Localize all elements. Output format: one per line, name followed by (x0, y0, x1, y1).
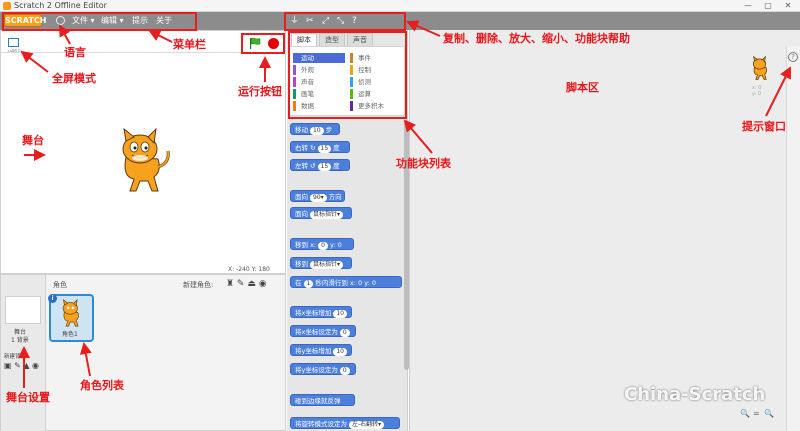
motion-block[interactable]: 在 1 秒内滑行到 x: 0 y: 0 (290, 276, 402, 288)
label-script-area: 脚本区 (566, 81, 599, 94)
motion-block[interactable]: 将x坐标增加 10 (290, 306, 352, 318)
motion-block[interactable]: 移到 鼠标指针▾ (290, 257, 352, 269)
tips-panel (786, 46, 800, 431)
zoom-out-icon[interactable]: 🔍 (740, 409, 750, 418)
sprite-position-readout: x: 0 y: 0 (752, 85, 762, 97)
sprite-name: 角色1 (62, 331, 78, 338)
label-sprite-list: 角色列表 (80, 379, 124, 392)
block-argument[interactable]: 鼠标指针▾ (310, 211, 344, 219)
block-argument[interactable]: 1 (303, 280, 314, 288)
script-area[interactable] (409, 30, 800, 431)
current-sprite-icon (752, 55, 767, 80)
label-stage-settings: 舞台设置 (6, 391, 50, 404)
sprites-title: 角色 (53, 281, 67, 289)
minimize-button[interactable]: — (740, 1, 756, 10)
motion-block[interactable]: 将x坐标设定为 0 (290, 325, 356, 337)
motion-block[interactable]: 左转 ↺ 15 度 (290, 159, 350, 171)
stage-backdrop-count: 1 背景 (11, 337, 29, 344)
label-toolbar: 复制、删除、放大、缩小、功能块帮助 (443, 32, 630, 45)
label-language: 语言 (64, 46, 86, 59)
new-backdrop-label: 新建背景 (4, 354, 27, 360)
block-argument[interactable]: 15 (317, 145, 332, 153)
new-sprite-tools[interactable]: ♜ ✎ ⏏ ◉ (226, 279, 267, 289)
sprite-thumb-icon (62, 299, 79, 327)
block-argument[interactable]: 10 (310, 127, 324, 135)
block-argument[interactable]: 15 (317, 163, 332, 171)
block-argument[interactable]: 0 (339, 329, 350, 337)
watermark: China-Scratch (624, 384, 766, 405)
fullscreen-icon[interactable] (8, 38, 19, 47)
close-button[interactable]: ✕ (780, 1, 796, 10)
zoom-reset-icon[interactable]: = (753, 409, 760, 418)
tips-help-icon[interactable]: ? (788, 52, 798, 62)
new-sprite-label: 新建角色: (183, 281, 214, 289)
maximize-button[interactable]: ▢ (760, 1, 776, 10)
block-argument[interactable]: 左-右翻转▾ (349, 421, 385, 429)
motion-block[interactable]: 将y坐标增加 10 (290, 344, 352, 356)
sprite-info-icon[interactable]: i (48, 294, 57, 303)
window-titlebar: Scratch 2 Offline Editor — ▢ ✕ (0, 0, 800, 12)
motion-block[interactable]: 移到 x: 0 y: 0 (290, 238, 354, 250)
block-argument[interactable]: 鼠标指针▾ (310, 261, 344, 269)
run-buttons-highlight (241, 33, 285, 54)
cat-sprite-image[interactable] (114, 127, 174, 193)
mouse-coordinates: X: -240 Y: 180 (228, 266, 270, 273)
motion-block[interactable]: 右转 ↻ 15 度 (290, 141, 350, 153)
menu-bar-highlight (2, 12, 197, 31)
motion-block[interactable]: 面向 鼠标指针▾ (290, 207, 352, 219)
label-menu-bar: 菜单栏 (173, 38, 206, 51)
block-argument[interactable]: 10 (333, 348, 347, 356)
toolbar-highlight (284, 12, 406, 31)
block-argument[interactable]: 90▾ (310, 194, 327, 202)
window-title: Scratch 2 Offline Editor (14, 1, 107, 10)
label-stage: 舞台 (22, 134, 44, 147)
block-argument[interactable]: 0 (318, 242, 328, 250)
new-backdrop-tools[interactable]: ▣ ✎ ▲ ◉ (4, 361, 39, 370)
app-icon (3, 2, 11, 10)
motion-block[interactable]: 移动 10 步 (290, 123, 340, 135)
zoom-in-icon[interactable]: 🔍 (764, 409, 774, 418)
block-argument[interactable]: 10 (333, 310, 347, 318)
motion-block[interactable]: 碰到边缘就反弹 (290, 394, 355, 406)
category-highlight (288, 31, 407, 119)
label-run-buttons: 运行按钮 (238, 85, 282, 98)
label-help-window: 提示窗口 (742, 120, 786, 133)
label-fullscreen: 全屏模式 (52, 72, 96, 85)
motion-block[interactable]: 面向 90▾ 方向 (290, 190, 345, 202)
motion-block[interactable]: 将y坐标设定为 0 (290, 363, 356, 375)
block-argument[interactable]: 0 (339, 367, 350, 375)
motion-block[interactable]: 将旋转模式设定为 左-右翻转▾ (290, 417, 400, 429)
stage-thumbnail[interactable] (5, 296, 41, 324)
label-block-palette: 功能块列表 (396, 157, 451, 170)
